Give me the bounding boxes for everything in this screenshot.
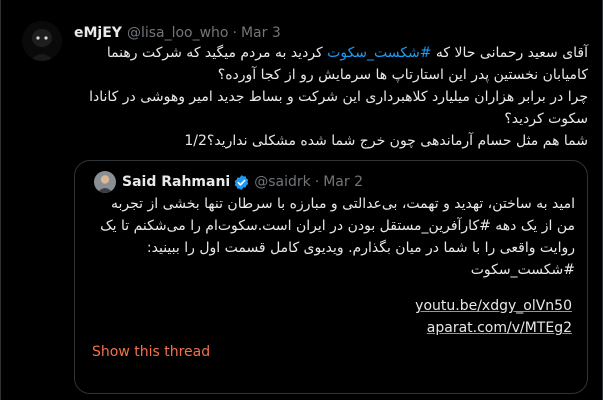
author-handle[interactable]: @lisa_loo_who — [127, 25, 229, 41]
quote-line: امید به ساختن، تهدید و تهمت، بی‌عدالتی و… — [110, 196, 575, 212]
aparat-link[interactable]: aparat.com/v/MTEg2 — [415, 317, 572, 339]
tweet-line: سکوت کردید؟ — [504, 111, 588, 127]
quote-author-handle[interactable]: @saidrk — [254, 174, 311, 190]
quote-date[interactable]: Mar 2 — [323, 174, 363, 190]
quote-line: روایت واقعی را با شما در میان بگذارم. وی… — [146, 240, 575, 256]
show-thread-link[interactable]: Show this thread — [92, 341, 210, 363]
quote-links: youtu.be/xdgy_olVn50 aparat.com/v/MTEg2 — [415, 295, 572, 339]
quote-line: من از یک دهه #کارآفرین_مستقل بودن در ایر… — [100, 218, 575, 234]
avatar[interactable] — [22, 21, 62, 61]
hashtag-link[interactable]: #شکست_سکوت — [327, 45, 431, 61]
quote-text: امید به ساختن، تهدید و تهمت، بی‌عدالتی و… — [89, 193, 575, 281]
quote-header: Said Rahmani @saidrk · Mar 2 — [94, 171, 363, 193]
tweet-line: کامیابان نخستین پدر این استارتاپ ها سرما… — [217, 67, 588, 83]
youtube-link[interactable]: youtu.be/xdgy_olVn50 — [415, 295, 572, 317]
tweet[interactable]: eMjEY @lisa_loo_who · Mar 3 آقای سعید رح… — [0, 0, 603, 400]
author-name[interactable]: eMjEY — [74, 25, 122, 41]
avatar-image — [22, 21, 62, 61]
quote-author-name[interactable]: Said Rahmani — [122, 174, 230, 190]
header-separator: · — [232, 25, 237, 41]
tweet-header: eMjEY @lisa_loo_who · Mar 3 — [74, 22, 589, 44]
quote-avatar-image — [94, 171, 116, 193]
tweet-line: چرا در برابر هزاران میلیارد کلاهبرداری ا… — [89, 89, 588, 105]
tweet-date[interactable]: Mar 3 — [241, 25, 281, 41]
tweet-line: شما هم مثل حسام آرماندهی چون خرج شما شده… — [184, 133, 588, 149]
tweet-text: آقای سعید رحمانی حالا که #شکست_سکوت کردی… — [74, 42, 588, 152]
quote-line: #شکست_سکوت — [470, 262, 575, 278]
verified-badge-icon — [235, 174, 249, 190]
quote-avatar[interactable] — [94, 171, 116, 193]
tweet-line: آقای سعید رحمانی حالا که #شکست_سکوت کردی… — [106, 45, 588, 61]
quoted-tweet[interactable]: Said Rahmani @saidrk · Mar 2 امید به ساخ… — [74, 160, 588, 394]
divider-left — [0, 0, 1, 400]
quote-header-separator: · — [314, 174, 320, 190]
